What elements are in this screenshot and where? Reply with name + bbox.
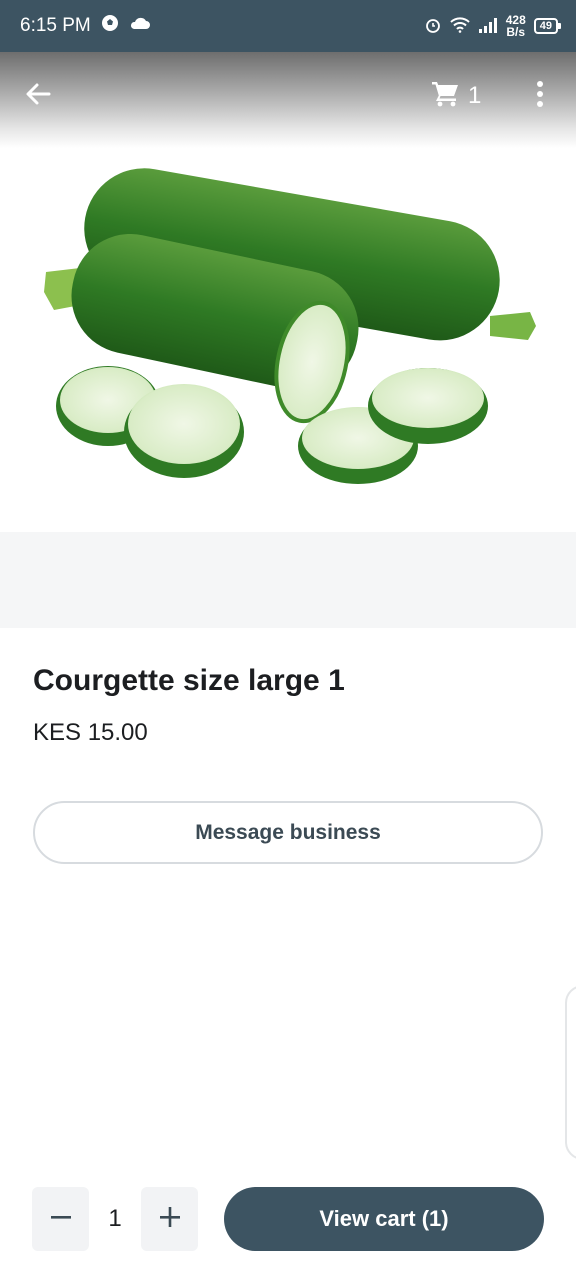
plus-icon xyxy=(158,1205,182,1234)
back-arrow-icon xyxy=(23,79,53,114)
cart-icon xyxy=(430,78,460,115)
battery-level: 49 xyxy=(539,20,552,32)
app-toolbar: 1 xyxy=(0,52,576,148)
status-time: 6:15 PM xyxy=(20,15,91,36)
quantity-value: 1 xyxy=(108,1205,122,1232)
cloud-icon xyxy=(129,15,151,37)
wifi-icon xyxy=(450,16,470,36)
product-image[interactable] xyxy=(0,148,576,532)
cart-button[interactable]: 1 xyxy=(430,78,481,114)
side-panel-handle[interactable] xyxy=(565,985,576,1160)
battery-icon: 49 xyxy=(533,18,562,34)
product-price: KES 15.00 xyxy=(33,719,148,746)
decrease-quantity-button[interactable] xyxy=(32,1187,89,1251)
message-business-button[interactable]: Message business xyxy=(33,801,543,864)
status-bar: 6:15 PM 428 B/s 49 xyxy=(0,0,576,52)
increase-quantity-button[interactable] xyxy=(141,1187,198,1251)
image-strip xyxy=(0,532,576,628)
product-title: Courgette size large 1 xyxy=(33,664,345,697)
signal-icon xyxy=(478,17,498,36)
net-speed: 428 B/s xyxy=(506,14,526,38)
status-left: 6:15 PM xyxy=(20,14,151,38)
minus-icon xyxy=(49,1205,73,1234)
soccer-ball-icon xyxy=(101,14,119,38)
net-speed-unit: B/s xyxy=(506,25,526,39)
alarm-icon xyxy=(424,16,442,37)
back-button[interactable] xyxy=(20,78,56,114)
cart-count: 1 xyxy=(468,82,482,109)
view-cart-button[interactable]: View cart (1) xyxy=(224,1187,544,1251)
more-options-button[interactable] xyxy=(526,78,554,114)
status-right: 428 B/s 49 xyxy=(424,14,562,38)
more-vert-icon xyxy=(535,79,545,114)
courgette-image xyxy=(44,168,536,484)
